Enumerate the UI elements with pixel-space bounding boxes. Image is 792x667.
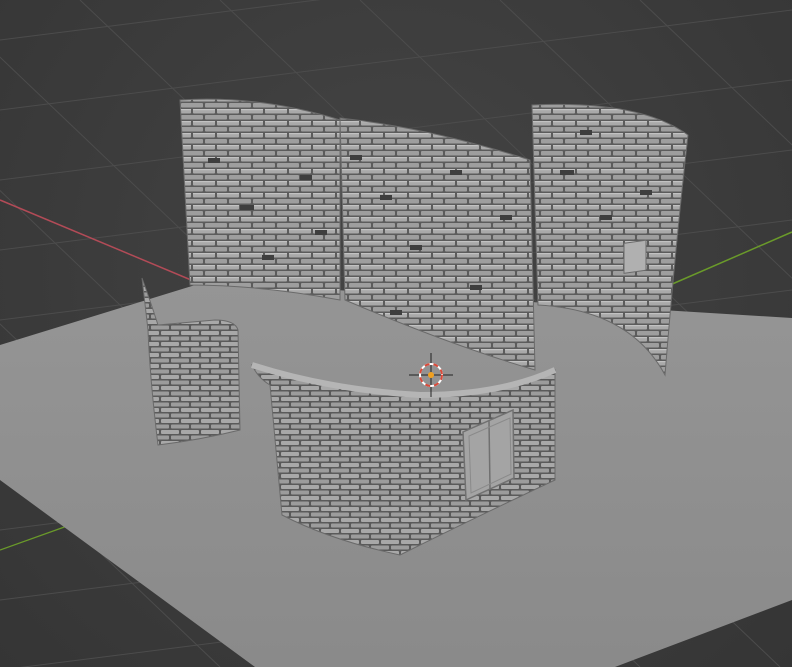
y-axis-line — [669, 231, 792, 286]
viewport-canvas[interactable] — [0, 0, 792, 667]
3d-viewport[interactable] — [0, 0, 792, 667]
back-wall-left[interactable] — [179, 98, 341, 301]
wall-window — [623, 239, 647, 274]
x-axis-line — [0, 199, 216, 291]
